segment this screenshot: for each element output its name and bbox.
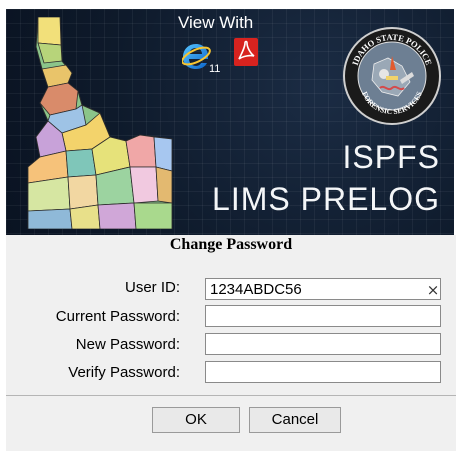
user-id-label: User ID: (124, 279, 180, 296)
product-name: ISPFS LIMS PRELOG (212, 141, 440, 215)
view-with-label: View With (178, 13, 254, 32)
user-id-input[interactable] (205, 278, 441, 300)
panel-title: Change Password (169, 236, 293, 253)
ok-button[interactable]: OK (152, 407, 240, 433)
idaho-county-map (27, 17, 173, 229)
change-password-panel: Change Password User ID: × Current Passw… (6, 235, 456, 451)
product-name-line2: LIMS PRELOG (212, 181, 440, 217)
adobe-pdf-icon (234, 38, 258, 66)
product-name-line1: ISPFS (342, 139, 440, 175)
ie-version-text: 11 (209, 63, 220, 74)
isp-forensic-badge: IDAHO STATE POLICE FORENSIC SERVICES (343, 27, 441, 125)
header-banner: View With 11 IDAHO STATE POLICE FORENSIC… (6, 9, 454, 235)
current-password-label: Current Password: (55, 308, 180, 325)
current-password-input[interactable] (205, 305, 441, 327)
form-divider (6, 395, 456, 396)
new-password-label: New Password: (75, 336, 180, 353)
verify-password-input[interactable] (205, 361, 441, 383)
cancel-button[interactable]: Cancel (249, 407, 341, 433)
clear-icon[interactable]: × (426, 280, 440, 300)
verify-password-label: Verify Password: (68, 364, 180, 381)
internet-explorer-icon: 11 (182, 44, 220, 74)
new-password-input[interactable] (205, 333, 441, 355)
